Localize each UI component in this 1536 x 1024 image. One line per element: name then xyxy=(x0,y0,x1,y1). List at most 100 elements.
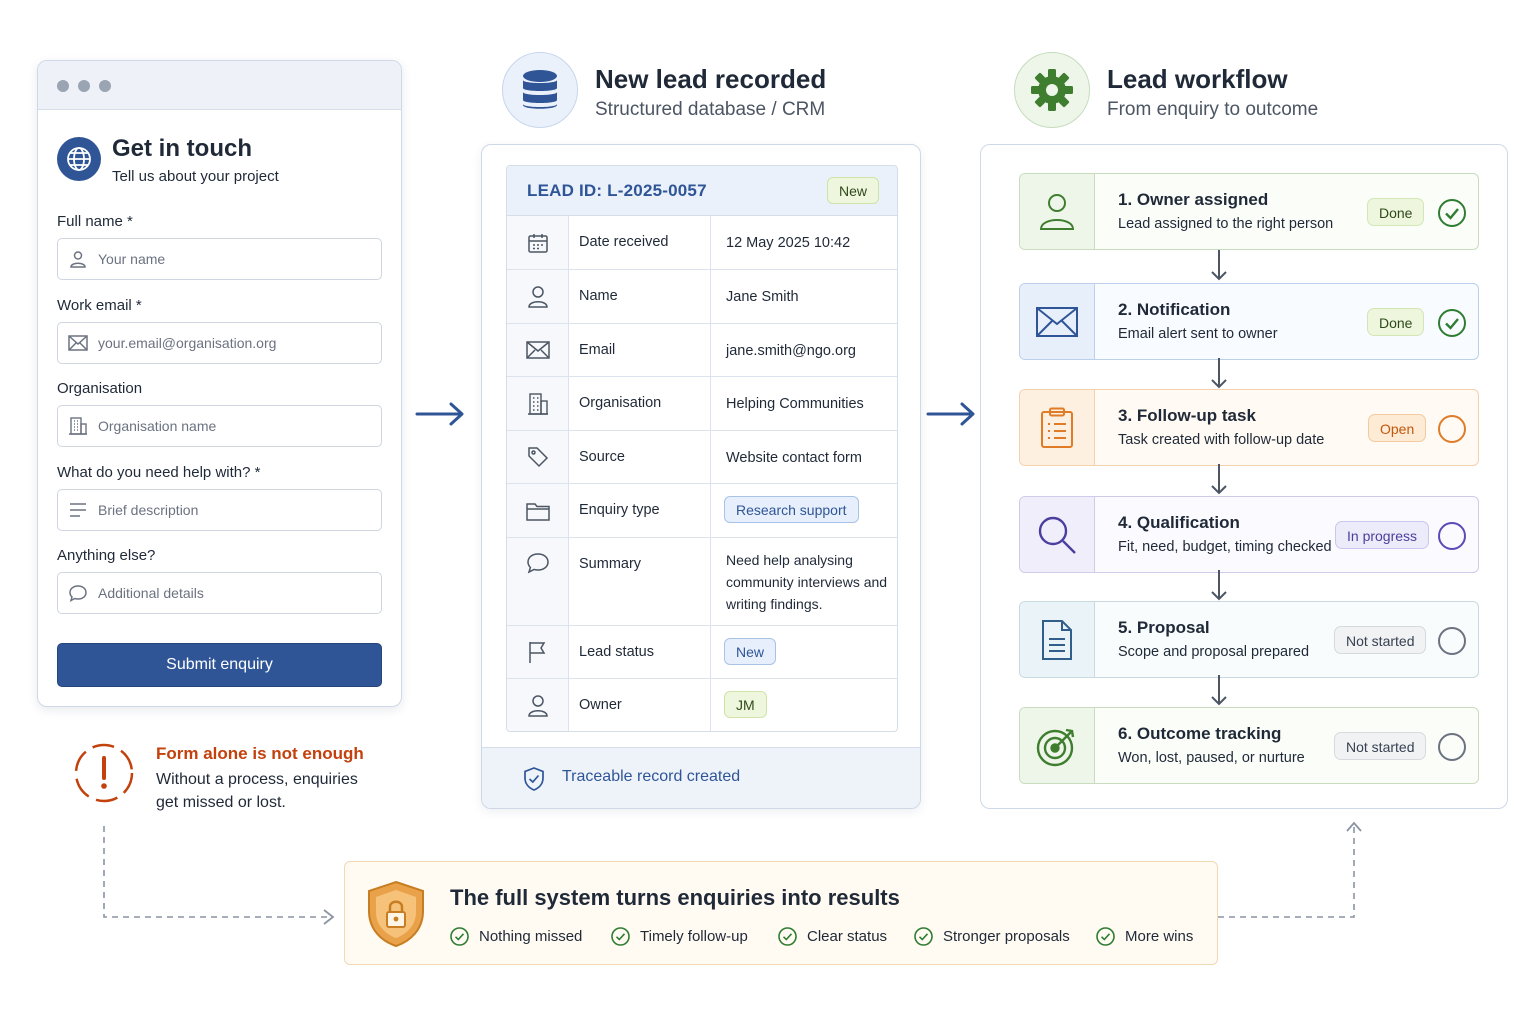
row-label: Organisation xyxy=(579,395,662,411)
workflow-step-outcome-tracking: 6. Outcome tracking Won, lost, paused, o… xyxy=(1019,707,1479,784)
down-arrow-icon xyxy=(1211,675,1227,706)
down-arrow-icon xyxy=(1211,358,1227,389)
table-row: Lead status New xyxy=(507,626,897,679)
enquiry-type-tag: Research support xyxy=(724,496,859,523)
table-row: Owner JM xyxy=(507,679,897,731)
database-icon xyxy=(502,52,578,128)
row-value: Jane Smith xyxy=(726,289,799,305)
target-icon xyxy=(1020,708,1095,783)
form-subtitle: Tell us about your project xyxy=(112,168,279,185)
row-label: Email xyxy=(579,342,616,358)
step-description: Fit, need, budget, timing checked xyxy=(1118,539,1332,555)
row-value: Website contact form xyxy=(726,450,862,466)
step-description: Scope and proposal prepared xyxy=(1118,644,1310,660)
down-arrow-icon xyxy=(1211,464,1227,495)
step-title: 4. Qualification xyxy=(1118,513,1240,532)
lines-icon xyxy=(58,502,98,518)
status-badge: Not started xyxy=(1334,732,1427,760)
full-name-input[interactable]: Your name xyxy=(57,238,382,280)
table-row: Summary Need help analysing community in… xyxy=(507,538,897,626)
check-circle-icon xyxy=(611,927,630,946)
table-row: Organisation Helping Communities xyxy=(507,377,897,431)
envelope-icon xyxy=(1020,284,1095,359)
anything-else-label: Anything else? xyxy=(57,547,156,564)
organisation-placeholder: Organisation name xyxy=(98,418,217,434)
workflow-step-proposal: 5. Proposal Scope and proposal prepared … xyxy=(1019,601,1479,678)
table-row: Name Jane Smith xyxy=(507,270,897,324)
envelope-icon xyxy=(507,324,569,376)
row-label: Name xyxy=(579,288,618,304)
check-circle-icon xyxy=(1438,199,1466,227)
step-title: 6. Outcome tracking xyxy=(1118,724,1282,743)
submit-enquiry-button[interactable]: Submit enquiry xyxy=(57,643,382,687)
step-title: 5. Proposal xyxy=(1118,618,1210,637)
record-footer: Traceable record created xyxy=(482,747,920,808)
warning-title: Form alone is not enough xyxy=(156,744,364,763)
work-email-input[interactable]: your.email@organisation.org xyxy=(57,322,382,364)
help-description-placeholder: Brief description xyxy=(98,502,199,518)
organisation-input[interactable]: Organisation name xyxy=(57,405,382,447)
workflow-step-owner-assigned: 1. Owner assigned Lead assigned to the r… xyxy=(1019,173,1479,250)
status-badge: Done xyxy=(1367,198,1425,226)
clipboard-icon xyxy=(1020,390,1095,465)
user-icon xyxy=(58,249,98,269)
status-badge: In progress xyxy=(1335,521,1430,549)
step-description: Email alert sent to owner xyxy=(1118,326,1278,342)
full-name-label: Full name * xyxy=(57,213,133,230)
results-banner: The full system turns enquiries into res… xyxy=(344,861,1218,965)
form-title: Get in touch xyxy=(112,135,252,162)
warning-text: Without a process, enquiries get missed … xyxy=(156,771,358,811)
status-badge: Done xyxy=(1367,308,1425,336)
shield-lock-icon xyxy=(365,879,427,954)
envelope-icon xyxy=(58,335,98,351)
window-dot-icon xyxy=(78,80,90,92)
row-label: Owner xyxy=(579,697,622,713)
workflow-card: 1. Owner assigned Lead assigned to the r… xyxy=(980,144,1508,809)
record-footer-text: Traceable record created xyxy=(562,768,741,785)
benefit-item: Nothing missed xyxy=(450,927,582,946)
table-row: Email jane.smith@ngo.org xyxy=(507,324,897,377)
benefit-label: Stronger proposals xyxy=(943,928,1070,945)
benefit-item: More wins xyxy=(1096,927,1193,946)
row-label: Enquiry type xyxy=(579,502,660,518)
benefit-label: Timely follow-up xyxy=(640,928,748,945)
row-value: 12 May 2025 10:42 xyxy=(726,235,851,251)
workflow-step-qualification: 4. Qualification Fit, need, budget, timi… xyxy=(1019,496,1479,573)
dashed-connector-right xyxy=(1218,821,1362,918)
calendar-icon xyxy=(507,216,569,269)
row-label: Date received xyxy=(579,234,669,250)
step-description: Lead assigned to the right person xyxy=(1118,216,1334,232)
table-row: Source Website contact form xyxy=(507,431,897,484)
user-icon xyxy=(507,679,569,731)
lead-id: LEAD ID: L-2025-0057 xyxy=(527,181,707,200)
row-label: Summary xyxy=(579,556,642,572)
workflow-step-notification: 2. Notification Email alert sent to owne… xyxy=(1019,283,1479,360)
gear-icon xyxy=(1014,52,1090,128)
benefit-item: Timely follow-up xyxy=(611,927,748,946)
step-title: 3. Follow-up task xyxy=(1118,406,1256,425)
down-arrow-icon xyxy=(1211,250,1227,281)
flow-arrow-icon xyxy=(926,402,975,426)
open-circle-icon xyxy=(1438,415,1466,443)
step-description: Task created with follow-up date xyxy=(1118,432,1325,448)
window-dot-icon xyxy=(99,80,111,92)
flow-arrow-icon xyxy=(415,402,464,426)
lead-record-header: LEAD ID: L-2025-0057 New xyxy=(507,166,897,216)
additional-details-input[interactable]: Additional details xyxy=(57,572,382,614)
help-description-input[interactable]: Brief description xyxy=(57,489,382,531)
benefit-item: Stronger proposals xyxy=(914,927,1070,946)
chat-bubble-icon xyxy=(58,584,98,602)
row-value: Need help analysing community interviews… xyxy=(726,552,888,612)
user-icon xyxy=(507,270,569,323)
magnifier-icon xyxy=(1020,497,1095,572)
window-dot-icon xyxy=(57,80,69,92)
work-email-placeholder: your.email@organisation.org xyxy=(98,335,277,351)
full-name-placeholder: Your name xyxy=(98,251,166,267)
step-title: 2. Notification xyxy=(1118,300,1231,319)
lead-status-tag: New xyxy=(724,638,777,665)
database-section-title: New lead recorded xyxy=(595,64,827,94)
benefit-label: Nothing missed xyxy=(479,928,583,945)
row-value: Helping Communities xyxy=(726,396,864,412)
help-label: What do you need help with? * xyxy=(57,464,261,481)
owner-initials-tag: JM xyxy=(724,691,767,718)
